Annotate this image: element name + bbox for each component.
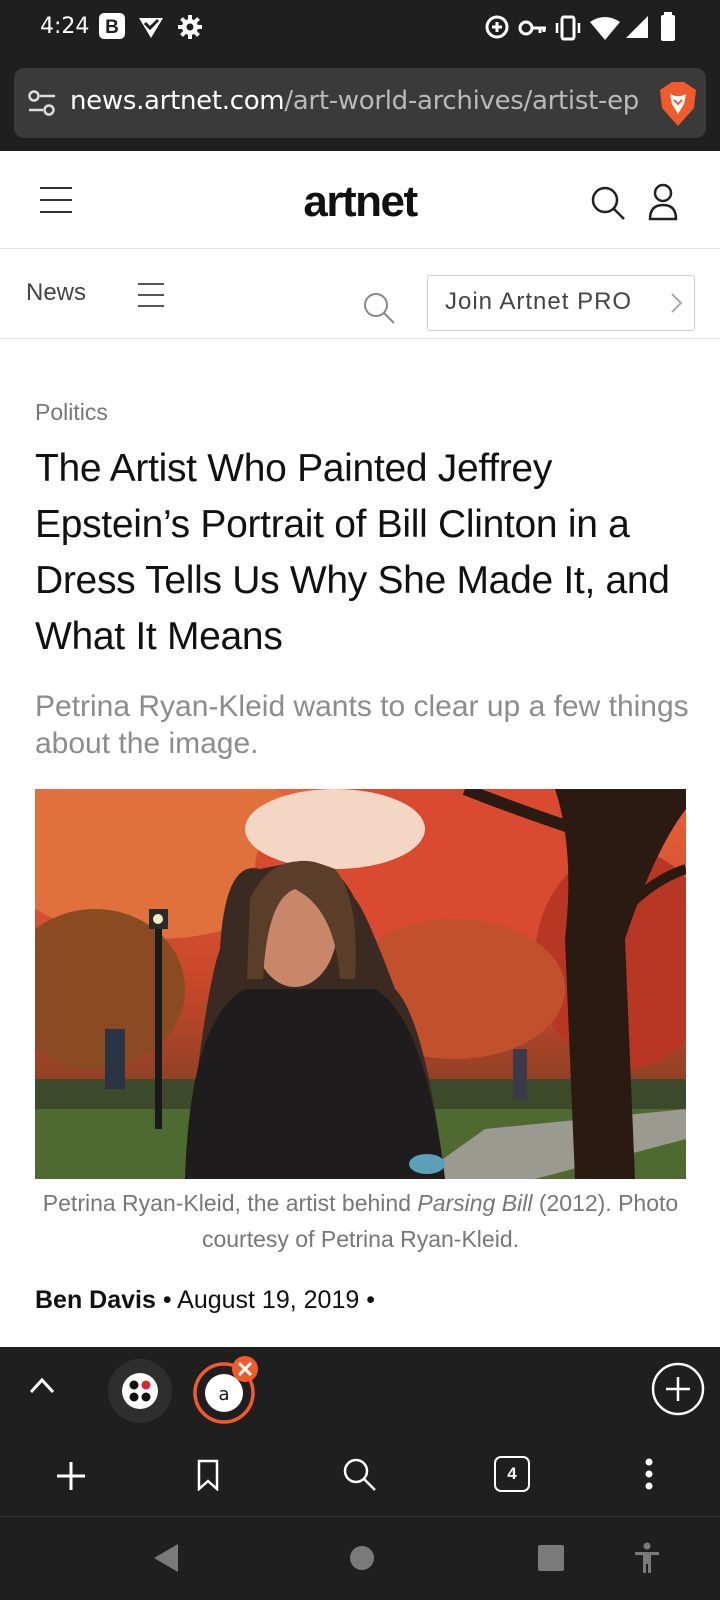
check-shield-icon <box>139 18 163 38</box>
b-app-letter: B <box>105 17 119 38</box>
article-category[interactable]: Politics <box>35 399 108 426</box>
publish-date: August 19, 2019 <box>177 1286 360 1314</box>
battery-icon <box>661 12 675 41</box>
tab-group-icon[interactable] <box>108 1359 172 1423</box>
url-path: /art-world-archives/artist-epste <box>284 86 640 116</box>
url-text[interactable]: news.artnet.com/art-world-archives/artis… <box>70 86 640 116</box>
more-options-icon[interactable] <box>644 1457 654 1491</box>
tab-switcher-button[interactable]: 4 <box>494 1456 530 1492</box>
active-tab-icon[interactable]: a <box>190 1355 262 1427</box>
data-saver-icon <box>485 15 509 39</box>
article-dek: Petrina Ryan-Kleid wants to clear up a f… <box>35 690 689 760</box>
tab-strip: a <box>0 1347 720 1433</box>
settings-icon <box>178 15 202 39</box>
caption-text: Petrina Ryan-Kleid, the artist behind <box>42 1190 418 1216</box>
web-page: artnet News Join Artnet PRO Politics The… <box>0 151 720 1347</box>
url-domain: news.artnet.com <box>70 86 285 116</box>
active-tab-letter: a <box>218 1384 229 1405</box>
caption-artwork-title: Parsing Bill <box>417 1190 533 1216</box>
browser-toolbar: 4 <box>0 1433 720 1517</box>
byline: Ben Davis • August 19, 2019 • <box>35 1286 375 1314</box>
bookmark-icon[interactable] <box>196 1459 220 1491</box>
section-nav: News Join Artnet PRO <box>0 249 720 339</box>
system-nav-bar <box>0 1518 720 1600</box>
new-tab-group-plus-icon[interactable] <box>650 1361 706 1417</box>
accessibility-icon[interactable] <box>632 1542 662 1574</box>
article-headline: The Artist Who Painted Jeffrey Epstein’s… <box>35 447 670 658</box>
status-bar: 4:24 B <box>0 0 720 56</box>
join-artnet-pro-button[interactable]: Join Artnet PRO <box>427 275 695 331</box>
vibrate-icon <box>555 15 581 41</box>
recents-square-icon[interactable] <box>538 1545 564 1571</box>
author-name[interactable]: Ben Davis <box>35 1286 156 1314</box>
b-app-icon: B <box>99 13 125 39</box>
address-bar[interactable]: news.artnet.com/art-world-archives/artis… <box>14 68 706 138</box>
section-search-icon[interactable] <box>362 291 398 327</box>
collapse-chevron-up-icon[interactable] <box>28 1375 56 1395</box>
account-icon[interactable] <box>648 183 678 221</box>
join-button-label: Join Artnet PRO <box>445 288 633 315</box>
brave-shields-icon[interactable] <box>658 82 698 126</box>
wifi-icon <box>590 17 620 40</box>
vpn-key-icon <box>518 20 546 36</box>
status-time: 4:24 <box>40 14 90 39</box>
new-tab-plus-icon[interactable] <box>56 1461 86 1491</box>
toolbar-search-icon[interactable] <box>342 1457 378 1493</box>
chevron-right-icon <box>671 293 683 313</box>
home-circle-icon[interactable] <box>348 1544 376 1572</box>
section-label-news[interactable]: News <box>26 279 86 307</box>
header-search-icon[interactable] <box>590 185 626 221</box>
article-photo[interactable] <box>35 789 686 1179</box>
site-settings-icon[interactable] <box>28 90 56 116</box>
section-menu-icon[interactable] <box>138 283 164 316</box>
back-triangle-icon[interactable] <box>152 1542 180 1574</box>
photo-caption: Petrina Ryan-Kleid, the artist behind Pa… <box>35 1185 686 1257</box>
cell-signal-icon <box>626 16 648 38</box>
site-header: artnet <box>0 151 720 249</box>
